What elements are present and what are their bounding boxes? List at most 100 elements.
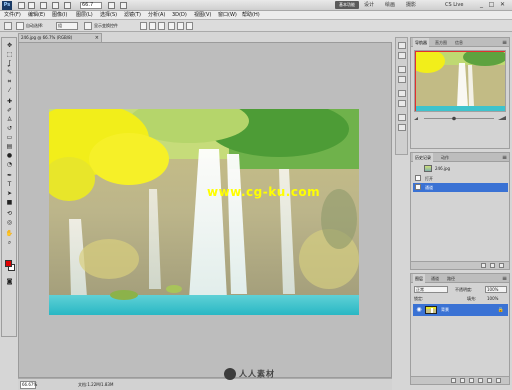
layers-panel-menu-icon[interactable]: ≡: [502, 274, 507, 283]
close-document-icon[interactable]: ×: [95, 34, 99, 42]
menu-3d[interactable]: 3D(D): [172, 11, 187, 20]
quick-mask-icon[interactable]: ◙: [5, 278, 14, 285]
move-tool-preset-icon[interactable]: [4, 22, 12, 30]
align-right-icon[interactable]: [186, 22, 193, 30]
blur-tool-icon[interactable]: ●: [5, 152, 14, 159]
zoom-level-field[interactable]: 66.7: [80, 2, 102, 9]
history-item-open[interactable]: 打开: [413, 174, 508, 183]
tab-history[interactable]: 历史记录: [413, 153, 433, 162]
align-middle-icon[interactable]: [149, 22, 156, 30]
type-tool-icon[interactable]: T: [5, 181, 14, 188]
align-top-icon[interactable]: [140, 22, 147, 30]
document-size-info[interactable]: 文档:1.22M/1.83M: [78, 381, 113, 389]
navigator-zoom-slider[interactable]: [414, 116, 506, 121]
navigator-view-box[interactable]: [415, 51, 505, 111]
workspace-essentials-button[interactable]: 基本功能: [335, 1, 359, 9]
navigator-panel-menu-icon[interactable]: ≡: [502, 38, 507, 47]
shape-tool-icon[interactable]: ■: [5, 199, 14, 206]
hand-tool-icon[interactable]: ✋: [5, 230, 14, 237]
3d-rotate-tool-icon[interactable]: ⟲: [5, 210, 14, 217]
adjustment-layer-icon[interactable]: [478, 378, 483, 383]
menu-filter[interactable]: 滤镜(T): [124, 11, 141, 20]
masks-panel-icon[interactable]: [398, 76, 406, 83]
menu-select[interactable]: 选择(S): [100, 11, 117, 20]
zoom-tool-icon[interactable]: [64, 2, 71, 9]
minimize-button[interactable]: _: [478, 1, 485, 8]
menu-view[interactable]: 视图(V): [194, 11, 211, 20]
adjustments-panel-icon[interactable]: [398, 66, 406, 73]
color-panel-icon[interactable]: [398, 42, 406, 49]
menu-image[interactable]: 图像(I): [52, 11, 67, 20]
tab-histogram[interactable]: 直方图: [433, 38, 449, 47]
document-tab[interactable]: 246.jpg @ 66.7% (RGB/8) ×: [18, 33, 102, 42]
brush-panel-icon[interactable]: [398, 90, 406, 97]
tab-info[interactable]: 信息: [453, 38, 465, 47]
show-transform-checkbox[interactable]: [84, 22, 92, 30]
close-window-button[interactable]: ✕: [499, 1, 506, 8]
menu-window[interactable]: 窗口(W): [218, 11, 237, 20]
history-panel-menu-icon[interactable]: ≡: [502, 153, 507, 162]
new-snapshot-icon[interactable]: [490, 263, 495, 268]
3d-orbit-tool-icon[interactable]: ◎: [5, 219, 14, 226]
new-document-from-state-icon[interactable]: [481, 263, 486, 268]
status-zoom-field[interactable]: 66.67%: [20, 381, 37, 389]
pen-tool-icon[interactable]: ✒: [5, 172, 14, 179]
zoom-tool-icon[interactable]: ⌕: [5, 239, 14, 246]
tab-actions[interactable]: 动作: [439, 153, 451, 162]
layer-mask-icon[interactable]: [469, 378, 474, 383]
align-center-icon[interactable]: [177, 22, 184, 30]
fill-value[interactable]: 100%: [487, 295, 498, 302]
blend-mode-dropdown[interactable]: 正常: [414, 286, 448, 293]
maximize-button[interactable]: □: [488, 1, 495, 8]
gradient-tool-icon[interactable]: ▤: [5, 143, 14, 150]
hand-tool-icon[interactable]: [52, 2, 59, 9]
auto-select-checkbox[interactable]: [16, 22, 24, 30]
tab-channels[interactable]: 通道: [429, 274, 441, 283]
tab-layers[interactable]: 图层: [413, 274, 425, 283]
workspace-design[interactable]: 设计: [364, 1, 374, 9]
swatches-panel-icon[interactable]: [398, 52, 406, 59]
menu-file[interactable]: 文件(F): [4, 11, 21, 20]
path-selection-tool-icon[interactable]: ➤: [5, 190, 14, 197]
brush-tool-icon[interactable]: ✐: [5, 107, 14, 114]
workspace-photography[interactable]: 摄影: [406, 1, 416, 9]
workspace-painting[interactable]: 绘画: [385, 1, 395, 9]
history-brush-tool-icon[interactable]: ↺: [5, 125, 14, 132]
paragraph-panel-icon[interactable]: [398, 124, 406, 131]
move-tool-icon[interactable]: ✥: [5, 42, 14, 49]
history-snapshot[interactable]: 246.jpg: [413, 164, 508, 173]
delete-state-icon[interactable]: [499, 263, 504, 268]
tab-paths[interactable]: 路径: [445, 274, 457, 283]
bridge-icon[interactable]: [18, 2, 25, 9]
dodge-tool-icon[interactable]: ◔: [5, 161, 14, 168]
arrange-documents-icon[interactable]: [108, 2, 115, 9]
link-layers-icon[interactable]: [451, 378, 456, 383]
menu-edit[interactable]: 编辑(E): [28, 11, 45, 20]
eyedropper-tool-icon[interactable]: ⁄: [5, 87, 14, 94]
healing-brush-tool-icon[interactable]: ✚: [5, 98, 14, 105]
visibility-eye-icon[interactable]: ◉: [415, 306, 423, 314]
minibridge-icon[interactable]: [28, 2, 35, 9]
align-bottom-icon[interactable]: [158, 22, 165, 30]
character-panel-icon[interactable]: [398, 114, 406, 121]
cs-live-button[interactable]: CS Live: [445, 1, 463, 9]
screen-mode-icon[interactable]: [120, 2, 127, 9]
quick-selection-tool-icon[interactable]: ✎: [5, 69, 14, 76]
navigator-thumbnail[interactable]: [414, 50, 506, 112]
tab-navigator[interactable]: 导航器: [413, 38, 429, 47]
crop-tool-icon[interactable]: ⌗: [5, 78, 14, 85]
delete-layer-icon[interactable]: [496, 378, 501, 383]
lasso-tool-icon[interactable]: ʆ: [5, 60, 14, 67]
align-left-icon[interactable]: [168, 22, 175, 30]
clone-source-panel-icon[interactable]: [398, 100, 406, 107]
menu-analysis[interactable]: 分析(A): [148, 11, 165, 20]
history-item-channel[interactable]: 通道: [413, 183, 508, 192]
foreground-color-swatch[interactable]: [5, 260, 12, 267]
guides-icon[interactable]: [40, 2, 47, 9]
clone-stamp-tool-icon[interactable]: ♙: [5, 116, 14, 123]
layer-row-background[interactable]: ◉ 背景 🔒: [413, 304, 508, 316]
menu-layer[interactable]: 图层(L): [76, 11, 93, 20]
layer-style-icon[interactable]: [460, 378, 465, 383]
eraser-tool-icon[interactable]: ▭: [5, 134, 14, 141]
menu-help[interactable]: 帮助(H): [242, 11, 260, 20]
